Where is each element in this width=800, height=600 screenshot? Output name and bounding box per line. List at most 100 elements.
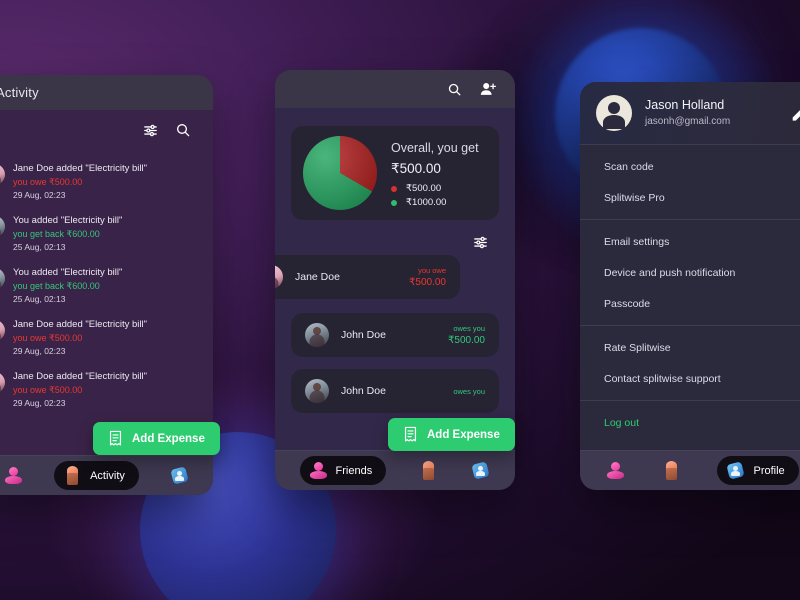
- profile-screen: Jason Holland jasonh@gmail.com Scan code…: [580, 82, 800, 490]
- activity-item-title: Jane Doe added "Electricity bill": [13, 371, 148, 382]
- avatar: [0, 216, 5, 237]
- activity-header: Activity: [0, 75, 213, 110]
- avatar: [305, 323, 329, 347]
- activity-item-time: 29 Aug, 02:23: [13, 346, 66, 356]
- activity-item-time: 25 Aug, 02:13: [13, 242, 66, 252]
- nav-profile[interactable]: [471, 461, 491, 480]
- friend-row[interactable]: Jane Doe you owe ₹500.00: [275, 255, 460, 299]
- receipt-icon: [108, 430, 123, 447]
- menu-item-email-settings[interactable]: Email settings: [580, 226, 800, 257]
- profile-card-icon: [170, 466, 189, 485]
- activity-item-amount: you get back ₹600.00: [13, 229, 100, 239]
- nav-activity[interactable]: [662, 461, 681, 480]
- nav-profile[interactable]: Profile: [717, 456, 799, 485]
- menu-group: Scan code Splitwise Pro: [580, 144, 800, 219]
- nav-friends-label: Friends: [335, 464, 373, 477]
- menu-group: Email settings Device and push notificat…: [580, 219, 800, 325]
- summary-title: Overall, you get: [391, 141, 479, 155]
- activity-item[interactable]: You added "Electricity bill" you get bac…: [0, 208, 213, 260]
- friends-filter-row: [275, 220, 515, 251]
- nav-friends[interactable]: [4, 466, 23, 485]
- receipt-icon: [403, 426, 418, 443]
- legend-entry-owed: ₹1000.00: [391, 197, 487, 208]
- avatar: [0, 320, 5, 341]
- activity-item[interactable]: You added "Electricity bill" you get bac…: [0, 260, 213, 312]
- friend-balance: you owe ₹500.00: [409, 265, 446, 289]
- friend-balance: owes you: [453, 386, 485, 397]
- profile-card-icon: [726, 461, 746, 480]
- activity-item-amount: you owe ₹500.00: [13, 177, 83, 187]
- activity-item-amount: you owe ₹500.00: [13, 385, 83, 395]
- add-expense-button[interactable]: Add Expense: [93, 422, 220, 455]
- nav-friends[interactable]: [606, 461, 625, 480]
- friend-name: Jane Doe: [295, 271, 340, 283]
- legend-entry-owe: ₹500.00: [391, 183, 487, 194]
- friends-person-icon: [309, 461, 328, 480]
- activity-item-amount: you get back ₹600.00: [13, 281, 100, 291]
- add-expense-button[interactable]: Add Expense: [388, 418, 515, 451]
- add-person-icon[interactable]: [480, 81, 497, 97]
- activity-bag-icon: [662, 461, 681, 480]
- menu-group: Log out: [580, 400, 800, 444]
- menu-item-scan-code[interactable]: Scan code: [580, 151, 800, 182]
- menu-item-contact-support[interactable]: Contact splitwise support: [580, 363, 800, 394]
- pencil-icon[interactable]: [790, 104, 800, 123]
- activity-item-title: Jane Doe added "Electricity bill": [13, 319, 148, 330]
- friends-person-icon: [606, 461, 625, 480]
- friend-name: John Doe: [341, 329, 386, 341]
- profile-card-icon: [471, 461, 491, 480]
- nav-profile[interactable]: [170, 466, 189, 485]
- avatar: [275, 265, 283, 289]
- friends-header: [275, 70, 515, 108]
- friend-balance: owes you ₹500.00: [448, 323, 485, 347]
- add-expense-label: Add Expense: [427, 428, 500, 441]
- search-icon[interactable]: [175, 122, 191, 138]
- nav-activity[interactable]: [419, 461, 438, 480]
- legend-dot-red: [391, 185, 397, 192]
- menu-item-log-out[interactable]: Log out: [580, 407, 800, 438]
- activity-item[interactable]: Jane Doe added "Electricity bill" you ow…: [0, 156, 213, 208]
- activity-toolbar: [0, 110, 213, 150]
- avatar: [0, 164, 5, 185]
- friends-person-icon: [4, 466, 23, 485]
- activity-bag-icon: [419, 461, 438, 480]
- menu-item-passcode[interactable]: Passcode: [580, 288, 800, 319]
- nav-friends[interactable]: Friends: [299, 456, 387, 485]
- friend-balance-label: you owe: [418, 266, 446, 275]
- friend-balance-amount: ₹500.00: [448, 335, 485, 346]
- activity-bottom-nav: Activity: [0, 455, 213, 495]
- overall-pie-chart: [303, 136, 377, 210]
- friend-row[interactable]: John Doe owes you ₹500.00: [291, 313, 499, 357]
- profile-bottom-nav: Profile: [580, 450, 800, 490]
- legend-dot-green: [391, 199, 397, 206]
- friend-balance-amount: ₹500.00: [409, 277, 446, 288]
- profile-name: Jason Holland: [645, 98, 725, 112]
- profile-email: jasonh@gmail.com: [645, 116, 731, 127]
- friend-row[interactable]: John Doe owes you: [291, 369, 499, 413]
- menu-item-splitwise-pro[interactable]: Splitwise Pro: [580, 182, 800, 213]
- friend-name: John Doe: [341, 385, 386, 397]
- activity-item[interactable]: Jane Doe added "Electricity bill" you ow…: [0, 364, 213, 416]
- activity-item-time: 29 Aug, 02:23: [13, 190, 66, 200]
- profile-header: Jason Holland jasonh@gmail.com: [580, 82, 800, 144]
- activity-list: Jane Doe added "Electricity bill" you ow…: [0, 150, 213, 455]
- activity-item-time: 29 Aug, 02:23: [13, 398, 66, 408]
- menu-item-rate-splitwise[interactable]: Rate Splitwise: [580, 332, 800, 363]
- search-icon[interactable]: [447, 82, 462, 97]
- activity-item[interactable]: Jane Doe added "Electricity bill" you ow…: [0, 312, 213, 364]
- avatar: [0, 268, 5, 289]
- sliders-icon[interactable]: [472, 234, 489, 251]
- sliders-icon[interactable]: [142, 122, 159, 139]
- menu-group: Rate Splitwise Contact splitwise support: [580, 325, 800, 400]
- nav-profile-label: Profile: [753, 464, 785, 477]
- nav-activity[interactable]: Activity: [54, 461, 139, 490]
- add-expense-label: Add Expense: [132, 432, 205, 445]
- activity-item-title: You added "Electricity bill": [13, 267, 123, 278]
- menu-item-device-push-notification[interactable]: Device and push notification: [580, 257, 800, 288]
- activity-title: Activity: [0, 85, 39, 100]
- activity-item-title: Jane Doe added "Electricity bill": [13, 163, 148, 174]
- activity-bag-icon: [63, 466, 82, 485]
- profile-menu: Scan code Splitwise Pro Email settings D…: [580, 144, 800, 450]
- avatar: [305, 379, 329, 403]
- avatar: [0, 372, 5, 393]
